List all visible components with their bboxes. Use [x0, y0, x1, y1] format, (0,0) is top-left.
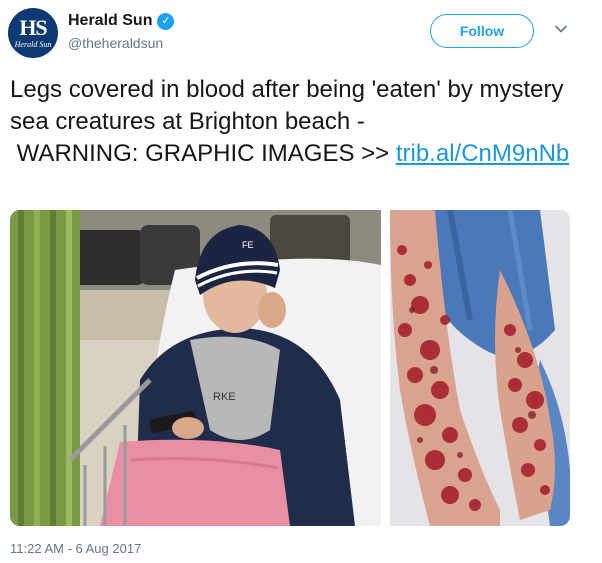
photo-hospital-man-art: RKE FE — [10, 210, 381, 526]
display-name[interactable]: Herald Sun — [68, 12, 152, 30]
chevron-down-icon[interactable] — [554, 22, 568, 36]
avatar-monogram: HS — [19, 15, 47, 40]
beanie-text: FE — [242, 240, 254, 250]
hoodie-text: RKE — [213, 391, 236, 403]
verified-badge-icon: ✓ — [157, 12, 175, 30]
avatar[interactable]: HS Herald Sun — [8, 8, 58, 58]
photo-bloody-legs[interactable] — [390, 210, 570, 526]
tweet-text: Legs covered in blood after being 'eaten… — [10, 74, 590, 170]
media-grid: RKE FE — [10, 210, 570, 526]
photo-hospital-man[interactable]: RKE FE — [10, 210, 381, 526]
tweet-link[interactable]: trib.al/CnM9nNb — [396, 140, 569, 167]
photo-bloody-legs-art — [390, 210, 570, 526]
follow-button[interactable]: Follow — [430, 14, 534, 48]
timestamp[interactable]: 11:22 AM - 6 Aug 2017 — [10, 541, 141, 556]
name-row: Herald Sun ✓ — [68, 12, 175, 30]
avatar-subtext: Herald Sun — [14, 40, 52, 49]
handle[interactable]: @theheraldsun — [68, 35, 163, 51]
